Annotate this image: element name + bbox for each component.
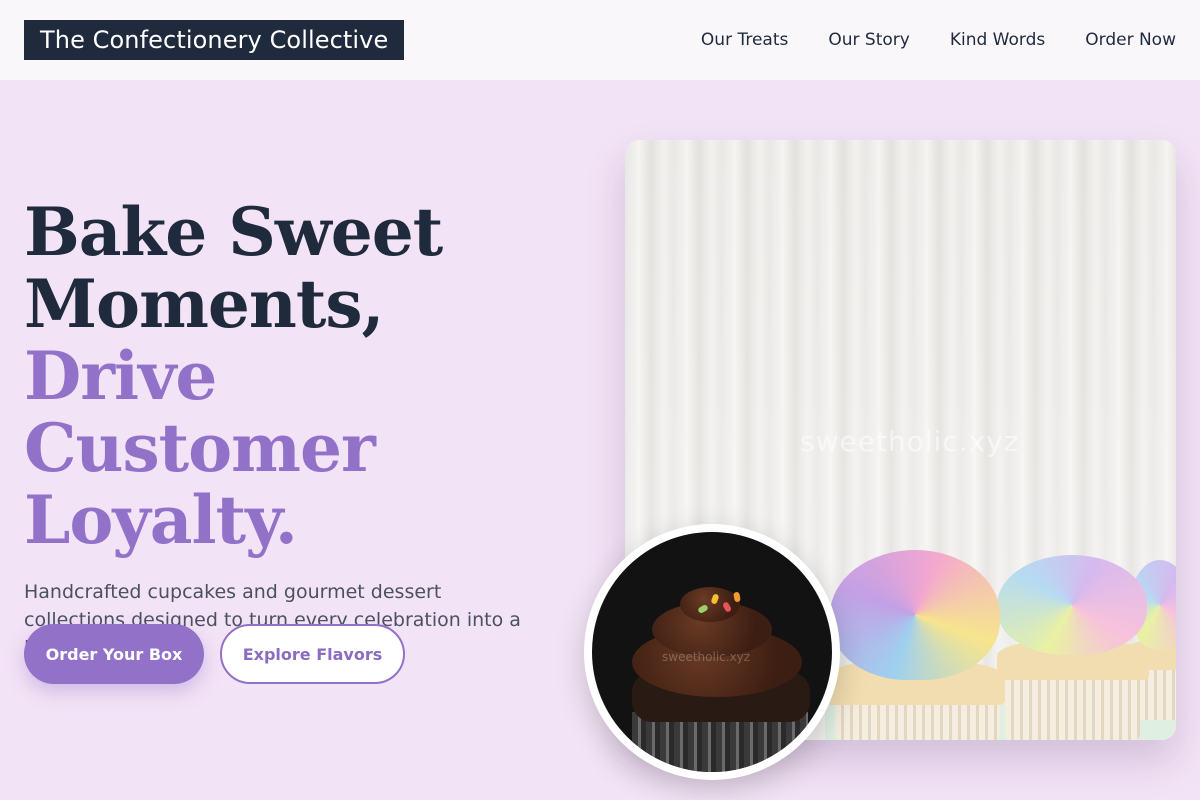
nav-our-treats[interactable]: Our Treats [701,30,788,50]
hero-text: Bake Sweet Moments, Drive Customer Loyal… [24,196,584,662]
site-header: The Confectionery Collective Our Treats … [0,0,1200,80]
order-your-box-button[interactable]: Order Your Box [24,624,204,684]
nav-our-story[interactable]: Our Story [828,30,909,50]
chocolate-cupcake-inset: sweetholic.xyz [584,524,840,780]
inset-photo: sweetholic.xyz [592,532,832,772]
cta-row: Order Your Box Explore Flavors [24,624,405,684]
explore-flavors-button[interactable]: Explore Flavors [220,624,405,684]
hero-title-line-4: Loyalty. [24,481,298,559]
chocolate-frosting [680,587,740,622]
main-nav: Our Treats Our Story Kind Words Order No… [701,30,1176,50]
cupcake-frosting [997,555,1147,655]
sprinkle-icon [733,591,741,603]
hero-title: Bake Sweet Moments, Drive Customer Loyal… [24,196,584,556]
cupcake-liner [1005,670,1140,740]
inset-watermark: sweetholic.xyz [662,650,751,664]
hero-title-line-2: Moments, [24,265,385,343]
nav-order-now[interactable]: Order Now [1085,30,1176,50]
cupcake-frosting [830,550,1000,680]
nav-kind-words[interactable]: Kind Words [950,30,1045,50]
brand-logo[interactable]: The Confectionery Collective [24,20,405,60]
image-watermark: sweetholic.xyz [800,425,1020,458]
hero-title-line-1: Bake Sweet [24,193,443,271]
hero-title-line-3: Drive Customer [24,337,376,487]
